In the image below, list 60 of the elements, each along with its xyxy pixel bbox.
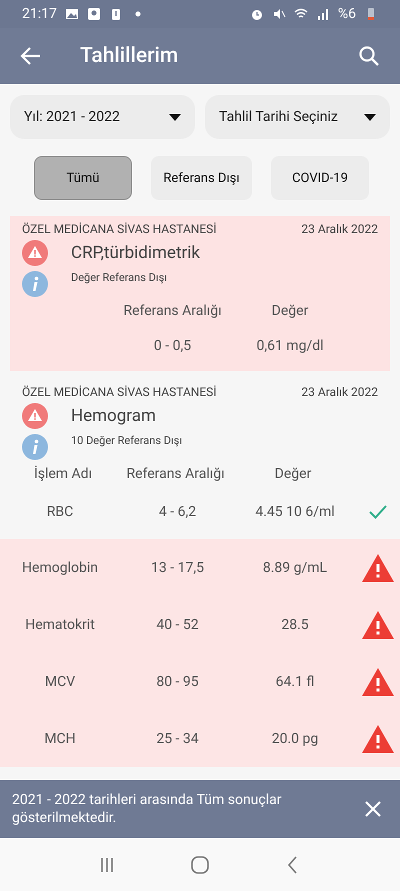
app-icon (86, 7, 101, 21)
warning-icon (360, 610, 394, 640)
status-time: 21:17 (22, 6, 57, 22)
screen-title: Tahlillerim (80, 44, 180, 68)
caret-icon (169, 114, 181, 120)
table-cell-text: MCH (43, 730, 77, 746)
table-cell-text: 28.5 (280, 616, 310, 632)
result-date: 23 Aralık 2022 (301, 222, 378, 236)
table-cell-text: 4 - 6,2 (158, 504, 198, 520)
check-icon (368, 504, 388, 520)
table-cell-text: 20.0 pg (270, 730, 320, 746)
column-header: Referans Aralığı (122, 302, 223, 321)
table-cell-text: 0 - 0,5 (152, 338, 192, 354)
test-title: CRP,türbidimetrik (71, 243, 202, 263)
column-header: İşlem Adı (32, 464, 94, 484)
filter-tab[interactable]: COVID-19 (271, 156, 369, 200)
warning-icon (22, 403, 48, 429)
toast-message-text: 2021 - 2022 tarihleri arasında Tüm sonuçlar gösterilmektedir. (12, 791, 282, 827)
table-cell-text: Hemoglobin (21, 560, 99, 576)
date-dropdown[interactable]: Tahlil Tarihi Seçiniz (205, 95, 390, 139)
alarm-icon (250, 7, 264, 21)
close-icon[interactable] (364, 800, 382, 818)
status-note: 10 Değer Referans Dışı (71, 434, 184, 447)
home-icon[interactable] (190, 854, 210, 874)
table-cell-text: 13 - 17,5 (150, 560, 205, 576)
warning-icon (360, 666, 394, 696)
table-cell-text: 80 - 95 (155, 674, 200, 690)
table-cell-text: RBC (46, 504, 74, 520)
table-cell-text: 0,61 mg/dl (255, 338, 325, 354)
status-note: Değer Referans Dışı (71, 271, 168, 284)
result-date: 23 Aralık 2022 (301, 385, 378, 399)
year-dropdown[interactable]: Yıl: 2021 - 2022 (10, 95, 195, 139)
column-header: Değer (270, 302, 310, 321)
image-icon (64, 7, 79, 21)
test-title: Hemogram (71, 406, 157, 426)
signal-icon (316, 7, 330, 21)
column-header: Değer (274, 465, 312, 484)
back-arrow-icon[interactable] (20, 45, 42, 67)
table-cell-text: 4.45 10 6/ml (254, 504, 336, 520)
table-cell-text: MCV (44, 674, 76, 690)
search-icon[interactable] (358, 45, 380, 67)
info-icon (22, 271, 48, 297)
result-card[interactable]: ÖZEL MEDİCANA SİVAS HASTANESİ 23 Aralık 2022 CRP,türbidimetrik Değer Referans Dışı Referans Aralığı Değer 0 - 0,5 0,61 mg/dl (10, 216, 390, 371)
hospital-name: ÖZEL MEDİCANA SİVAS HASTANESİ (22, 385, 217, 399)
table-cell-text: 64.1 fl (274, 674, 316, 690)
filter-tab[interactable]: Tümü (34, 156, 132, 200)
warning-icon (360, 724, 394, 754)
filter-tab[interactable]: Referans Dışı (151, 156, 252, 200)
column-header: Referans Aralığı (125, 465, 226, 484)
info-icon (22, 434, 48, 460)
table-cell-text: 8.89 g/mL (262, 560, 328, 576)
table-cell-text: 40 - 52 (155, 616, 200, 632)
warning-icon (22, 240, 48, 266)
caret-icon (364, 114, 376, 120)
table-cell-text: Hematokrit (24, 616, 96, 632)
table-cell-text: 25 - 34 (155, 730, 200, 746)
warning-icon (360, 552, 394, 582)
mute-icon (272, 7, 286, 21)
battery-percent: %6 (338, 6, 356, 22)
hospital-name: ÖZEL MEDİCANA SİVAS HASTANESİ (22, 222, 217, 236)
